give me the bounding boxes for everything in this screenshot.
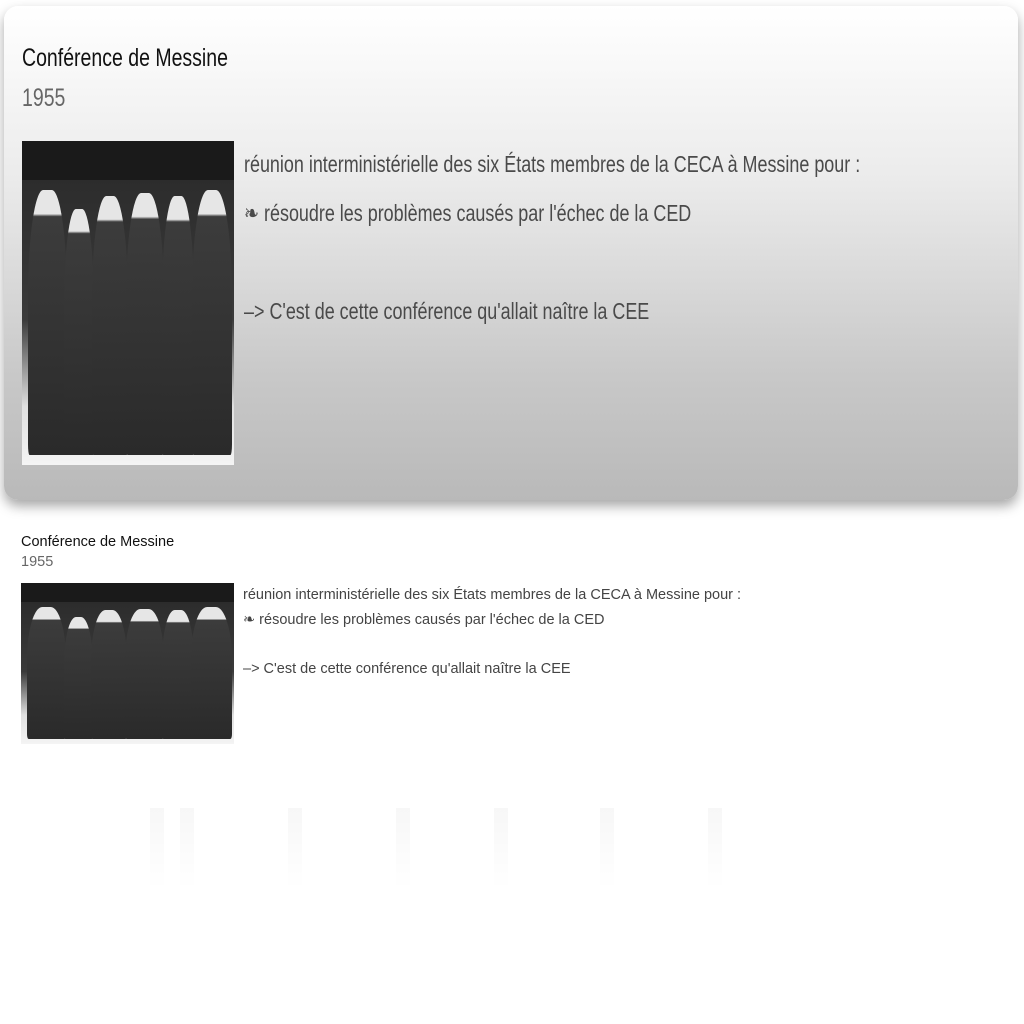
description-line: –> C'est de cette conférence qu'allait n…: [244, 298, 650, 324]
reflection-mark: [600, 808, 614, 890]
year-label: 1955: [22, 84, 66, 112]
reflection-mark: [494, 808, 508, 890]
photo-image: [22, 141, 234, 465]
page-title: Conférence de Messine: [22, 44, 228, 72]
person-figure: [161, 610, 194, 740]
card-year: 1955: [21, 554, 54, 570]
expanded-card[interactable]: Conférence de Messine 1955 réunion inter…: [4, 6, 1018, 500]
reflection-mark: [708, 808, 722, 890]
description-text: réunion interministérielle des six États…: [244, 151, 860, 347]
card-title[interactable]: Conférence de Messine: [21, 534, 174, 550]
person-figure: [125, 192, 165, 456]
person-figure: [91, 196, 128, 456]
door-shadow: [21, 583, 234, 603]
person-figure: [63, 616, 94, 740]
person-figure: [27, 607, 66, 740]
card-description: réunion interministérielle des six États…: [243, 587, 741, 685]
description-line: réunion interministérielle des six États…: [244, 151, 861, 177]
door-shadow: [22, 141, 234, 180]
description-line: ❧ résoudre les problèmes causés par l'éc…: [244, 200, 692, 226]
card-description-line: ❧ résoudre les problèmes causés par l'éc…: [243, 611, 605, 628]
description-line: [244, 249, 860, 298]
person-figure: [191, 607, 232, 740]
person-figure: [64, 209, 95, 456]
card-description-line: [243, 636, 741, 661]
person-figure: [91, 610, 128, 740]
card-description-line: réunion interministérielle des six États…: [243, 587, 742, 603]
card-description-line: –> C'est de cette conférence qu'allait n…: [243, 660, 571, 677]
reflection-mark: [150, 808, 164, 890]
reflection-mark: [288, 808, 302, 890]
person-figure: [161, 196, 194, 456]
person-figure: [125, 608, 164, 740]
reflection-mark: [180, 808, 194, 890]
card-photo: [21, 583, 234, 744]
reflection-mark: [396, 808, 410, 890]
person-figure: [28, 189, 67, 456]
person-figure: [191, 189, 232, 456]
